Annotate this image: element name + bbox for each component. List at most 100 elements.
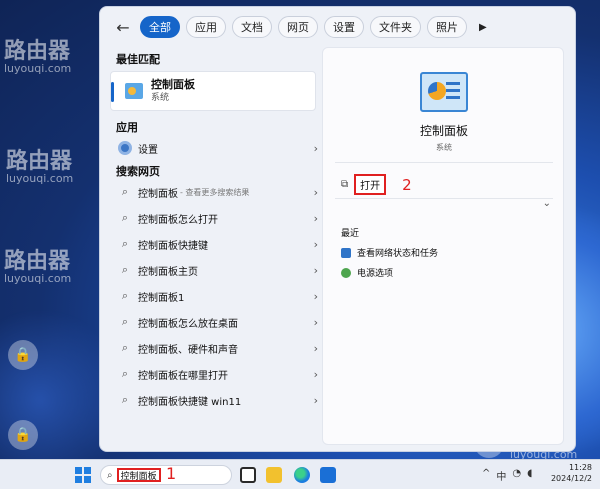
- recent-item-label: 查看网络状态和任务: [357, 249, 439, 259]
- web-result-label: 控制面板: [138, 188, 178, 200]
- web-result[interactable]: ⌕ 控制面板、硬件和声音 ›: [116, 335, 318, 361]
- chevron-right-icon: ›: [313, 393, 318, 407]
- watermark: 🔒: [8, 340, 38, 370]
- apps-heading: 应用: [116, 121, 138, 134]
- tab-all[interactable]: 全部: [140, 16, 180, 38]
- clock-date: 2024/12/2: [550, 473, 592, 483]
- search-icon: ⌕: [121, 211, 129, 224]
- edge-browser-icon[interactable]: [294, 467, 310, 483]
- chevron-right-icon: ›: [313, 341, 318, 355]
- chevron-right-icon: ›: [313, 237, 318, 251]
- expand-chevron-icon[interactable]: ⌄: [543, 198, 551, 209]
- language-icon[interactable]: 中: [496, 468, 506, 483]
- web-result[interactable]: ⌕ 控制面板怎么放在桌面 ›: [116, 309, 318, 335]
- settings-gear-icon: [116, 141, 134, 155]
- more-tabs-icon[interactable]: ▶: [479, 22, 487, 33]
- watermark-url: luyouqi.com: [6, 172, 74, 186]
- windows-start-icon[interactable]: [75, 467, 91, 483]
- power-icon: [341, 267, 351, 278]
- search-icon: ⌕: [121, 185, 129, 198]
- web-result-label: 控制面板怎么放在桌面: [138, 318, 238, 330]
- web-result[interactable]: ⌕ 控制面板主页 ›: [116, 257, 318, 283]
- watermark-lock-icon: 🔒: [8, 420, 38, 450]
- clock-time: 11:28: [568, 463, 592, 472]
- chevron-right-icon: ›: [313, 315, 318, 329]
- chevron-right-icon: ›: [313, 367, 318, 381]
- volume-icon[interactable]: ◖: [527, 468, 532, 483]
- watermark-text: 路由器: [6, 149, 73, 174]
- watermark-text: 路由器: [4, 39, 71, 64]
- step-marker-1: 1: [166, 464, 177, 483]
- network-icon: [341, 247, 351, 258]
- tab-photos[interactable]: 照片: [427, 16, 467, 38]
- tray-chevron-icon[interactable]: ^: [482, 468, 490, 483]
- web-result[interactable]: ⌕ 控制面板怎么打开 ›: [116, 205, 318, 231]
- recent-heading: 最近: [341, 229, 360, 239]
- search-icon: ⌕: [121, 393, 129, 406]
- divider: [335, 198, 553, 199]
- web-result[interactable]: ⌕ 控制面板 - 查看更多搜索结果 ›: [116, 179, 318, 205]
- watermark: 路由器 luyouqi.com: [6, 150, 73, 185]
- watermark-lock-icon: 🔒: [8, 340, 38, 370]
- best-match-heading: 最佳匹配: [116, 53, 160, 66]
- watermark-text: 路由器: [4, 249, 71, 274]
- web-result[interactable]: ⌕ 控制面板快捷键 win11 ›: [116, 387, 318, 413]
- app-result-settings[interactable]: 设置 ›: [116, 135, 318, 161]
- best-match-name: 控制面板: [151, 77, 195, 91]
- tab-apps[interactable]: 应用: [186, 16, 226, 38]
- tab-folders[interactable]: 文件夹: [370, 16, 421, 38]
- search-panel: ← 全部 应用 文档 网页 设置 文件夹 照片 ▶ 最佳匹配 控制面板 系统 应…: [99, 6, 576, 452]
- web-search-heading: 搜索网页: [116, 165, 160, 178]
- task-view-icon[interactable]: [240, 467, 256, 483]
- web-result[interactable]: ⌕ 控制面板1 ›: [116, 283, 318, 309]
- web-result[interactable]: ⌕ 控制面板快捷键 ›: [116, 231, 318, 257]
- preview-pane: 控制面板 系统 ⧉ 打开 2 ⌄ 最近 查看网络状态和任务 电源选项: [322, 47, 564, 445]
- tab-settings[interactable]: 设置: [324, 16, 364, 38]
- best-match-subtitle: 系统: [151, 93, 170, 104]
- search-query-text: 控制面板: [116, 468, 161, 482]
- taskbar: ⌕ 控制面板 1 ^ 中 ◔ ◖ 11:28 2024/12/2: [0, 459, 600, 489]
- watermark: 路由器 luyouqi.com: [4, 250, 71, 285]
- open-button[interactable]: 打开: [354, 174, 387, 195]
- search-icon: ⌕: [107, 469, 113, 481]
- step-marker-2: 2: [402, 175, 412, 194]
- web-result[interactable]: ⌕ 控制面板在哪里打开 ›: [116, 361, 318, 387]
- web-result-label: 控制面板快捷键: [138, 240, 208, 252]
- watermark: 路由器 luyouqi.com: [4, 40, 71, 75]
- file-explorer-icon[interactable]: [266, 467, 282, 483]
- store-icon[interactable]: [320, 467, 336, 483]
- recent-item-power[interactable]: 电源选项: [341, 266, 393, 279]
- web-result-label: 控制面板怎么打开: [138, 214, 218, 226]
- web-result-label: 控制面板1: [138, 292, 185, 304]
- chevron-right-icon: ›: [313, 211, 318, 225]
- web-result-label: 控制面板在哪里打开: [138, 370, 228, 382]
- recent-item-network[interactable]: 查看网络状态和任务: [341, 246, 438, 259]
- tab-web[interactable]: 网页: [278, 16, 318, 38]
- web-result-label: 控制面板主页: [138, 266, 198, 278]
- best-match-item[interactable]: 控制面板 系统: [110, 71, 316, 111]
- watermark: 🔒: [8, 420, 38, 450]
- search-filter-tabs: ← 全部 应用 文档 网页 设置 文件夹 照片 ▶: [100, 7, 575, 47]
- chevron-right-icon: ›: [313, 141, 318, 155]
- web-result-label: 控制面板、硬件和声音: [138, 344, 238, 356]
- recent-item-label: 电源选项: [357, 269, 394, 279]
- chevron-right-icon: ›: [313, 289, 318, 303]
- web-result-label: 控制面板快捷键 win11: [138, 396, 242, 408]
- app-result-label: 设置: [138, 144, 158, 156]
- clock[interactable]: 11:28 2024/12/2: [551, 463, 592, 485]
- preview-subtitle: 系统: [436, 143, 452, 152]
- divider: [335, 162, 553, 163]
- watermark-url: luyouqi.com: [4, 272, 72, 286]
- preview-title: 控制面板: [419, 124, 468, 138]
- tab-documents[interactable]: 文档: [232, 16, 272, 38]
- results-list: 最佳匹配 控制面板 系统 应用 设置 › 搜索网页 ⌕ 控制面板 - 查看更多搜…: [110, 51, 318, 413]
- selection-indicator: [111, 82, 114, 102]
- watermark-url: luyouqi.com: [4, 62, 72, 76]
- search-icon: ⌕: [121, 237, 129, 250]
- control-panel-large-icon: [420, 72, 468, 112]
- wifi-icon[interactable]: ◔: [512, 468, 521, 483]
- chevron-right-icon: ›: [313, 263, 318, 277]
- open-external-icon: ⧉: [341, 179, 349, 190]
- back-arrow-icon[interactable]: ←: [112, 16, 134, 38]
- system-tray: ^ 中 ◔ ◖: [482, 468, 532, 483]
